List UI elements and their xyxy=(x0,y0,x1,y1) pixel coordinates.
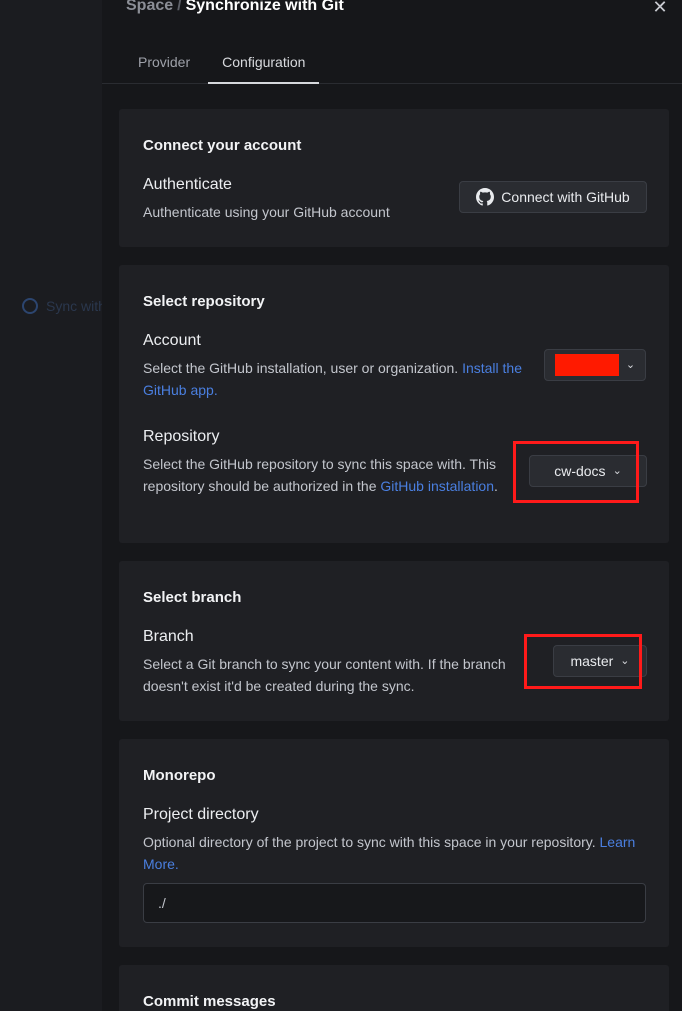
tab-bar: Provider Configuration xyxy=(124,44,323,84)
breadcrumb-separator: / xyxy=(177,0,182,14)
chevron-down-icon: ⌄ xyxy=(625,358,636,371)
branch-label: Branch xyxy=(143,628,194,645)
section-title: Select repository xyxy=(143,293,265,310)
page-title: Space / Synchronize with Git xyxy=(126,0,344,15)
authenticate-label: Authenticate xyxy=(143,176,232,193)
git-sync-dialog: Space / Synchronize with Git ✕ Provider Co… xyxy=(102,0,682,1011)
project-directory-description: Optional directory of the project to syn… xyxy=(143,831,653,875)
authenticate-description: Authenticate using your GitHub account xyxy=(143,204,390,220)
repository-description-line2: repository should be authorized in the xyxy=(143,478,377,494)
connect-github-label: Connect with GitHub xyxy=(501,189,630,205)
section-title: Monorepo xyxy=(143,767,216,784)
sync-icon xyxy=(22,298,38,314)
repository-description-line1: Select the GitHub repository to sync thi… xyxy=(143,456,497,472)
account-label: Account xyxy=(143,332,201,349)
section-title: Commit messages xyxy=(143,993,276,1010)
branch-description: Select a Git branch to sync your content… xyxy=(143,653,553,697)
select-branch-card: Select branch Branch Select a Git branch… xyxy=(119,561,669,721)
close-icon[interactable]: ✕ xyxy=(650,0,670,18)
connect-github-button[interactable]: Connect with GitHub xyxy=(459,181,647,213)
project-directory-value: ./ xyxy=(158,895,166,911)
section-title: Select branch xyxy=(143,589,242,606)
select-repository-card: Select repository Account Select the Git… xyxy=(119,265,669,543)
github-icon xyxy=(476,188,495,206)
project-directory-description-text: Optional directory of the project to syn… xyxy=(143,834,596,850)
dialog-header: Space / Synchronize with Git ✕ Provider Co… xyxy=(102,0,682,84)
tab-provider[interactable]: Provider xyxy=(124,44,204,84)
github-installation-link-cont[interactable]: installation xyxy=(428,478,494,494)
branch-description-line1: Select a Git branch to sync your content… xyxy=(143,656,506,672)
redacted-account-value xyxy=(554,354,619,376)
repository-description: Select the GitHub repository to sync thi… xyxy=(143,453,533,497)
repository-description-end: . xyxy=(494,478,498,494)
github-installation-link[interactable]: GitHub xyxy=(380,478,424,494)
breadcrumb-space[interactable]: Space xyxy=(126,0,173,14)
monorepo-card: Monorepo Project directory Optional dire… xyxy=(119,739,669,947)
account-description-text: Select the GitHub installation, user or … xyxy=(143,360,459,376)
project-directory-input[interactable]: ./ xyxy=(143,883,646,923)
branch-highlight-box xyxy=(524,634,642,689)
account-description: Select the GitHub installation, user or … xyxy=(143,357,533,401)
tab-configuration[interactable]: Configuration xyxy=(208,44,320,84)
repository-label: Repository xyxy=(143,428,220,445)
dialog-title: Synchronize with Git xyxy=(185,0,344,14)
connect-account-card: Connect your account Authenticate Authen… xyxy=(119,109,669,247)
project-directory-label: Project directory xyxy=(143,806,259,823)
account-select[interactable]: ⌄ xyxy=(544,349,646,381)
background-app: Sync with Git xyxy=(0,0,128,1011)
repository-highlight-box xyxy=(513,441,639,503)
commit-messages-card: Commit messages xyxy=(119,965,669,1011)
section-title: Connect your account xyxy=(143,137,302,154)
branch-description-line2: doesn't exist it'd be created during the… xyxy=(143,678,415,694)
